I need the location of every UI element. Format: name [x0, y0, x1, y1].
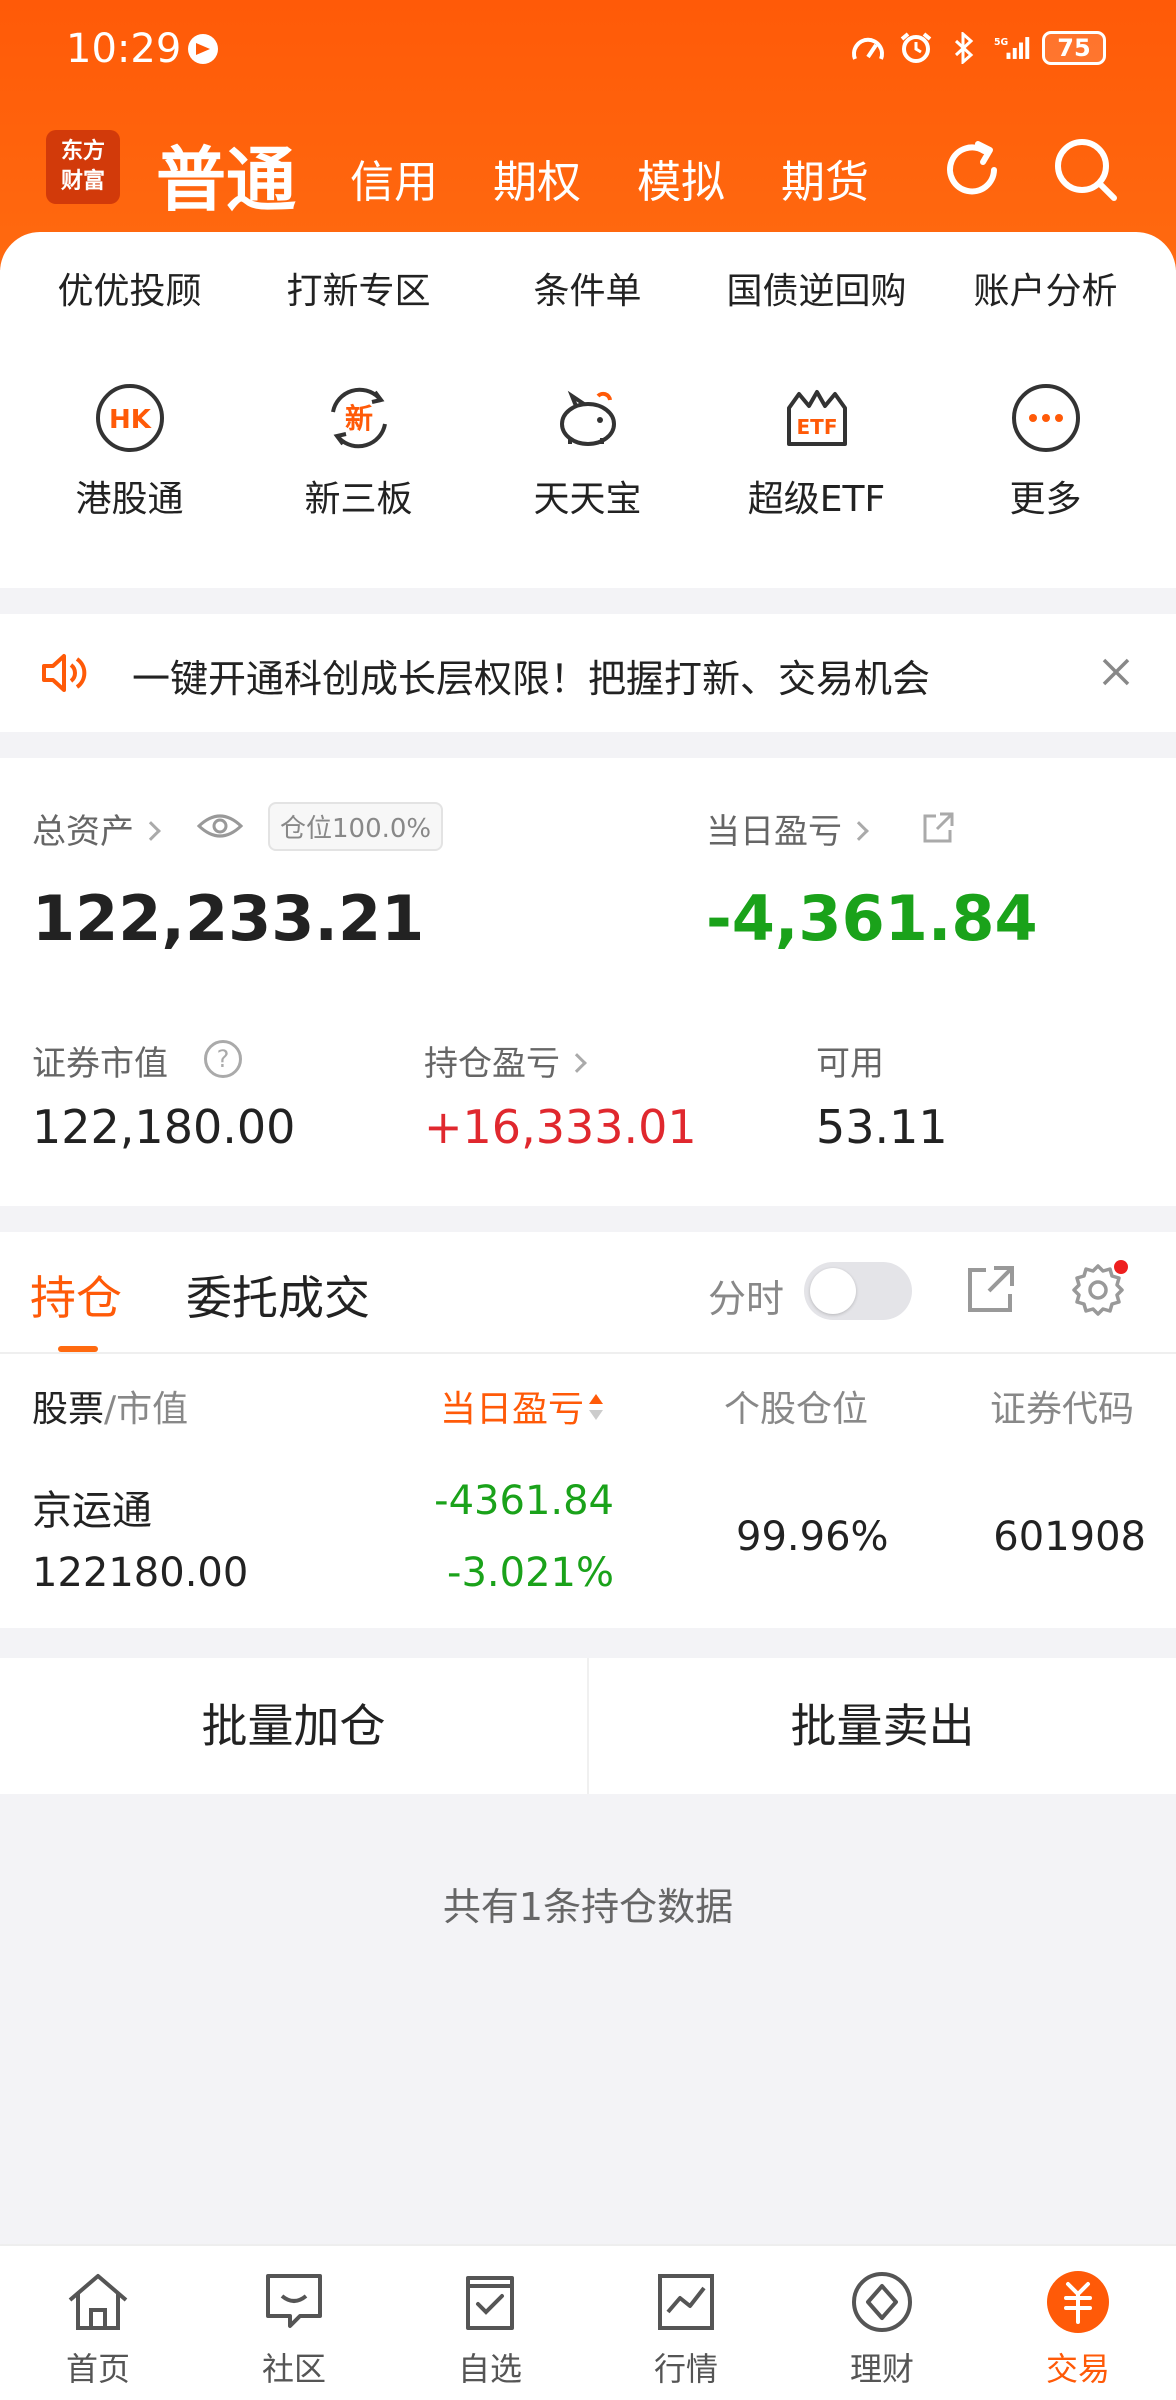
piggy-bank-icon	[552, 382, 624, 454]
timeshare-toggle[interactable]	[804, 1262, 912, 1320]
chevron-right-icon	[141, 820, 161, 841]
grid-item-more[interactable]: 更多	[931, 382, 1160, 522]
position-ratio-badge: 仓位100.0%	[268, 802, 444, 851]
stock-daily-pnl-pct: -3.021%	[447, 1550, 614, 1596]
home-icon	[64, 2268, 132, 2336]
tab-simulation[interactable]: 模拟	[637, 146, 725, 210]
external-link-icon[interactable]	[962, 1262, 1018, 1318]
eastmoney-logo: 东方 财富	[46, 130, 120, 204]
wealth-icon	[848, 2268, 916, 2336]
tab-futures[interactable]: 期货	[781, 146, 869, 210]
daily-pnl-value: -4,361.84	[706, 882, 1038, 955]
xin-icon: 新	[323, 382, 395, 454]
nav-watchlist[interactable]: 自选	[392, 2246, 588, 2400]
col-header-stock: 股票/市值	[32, 1389, 189, 1430]
svg-text:5G: 5G	[994, 37, 1008, 48]
svg-text:HK: HK	[109, 405, 152, 435]
signal-5g-icon: 5G	[994, 30, 1030, 66]
grid-item-condition-order[interactable]: 条件单	[473, 262, 702, 314]
holdings-count-note: 共有1条持仓数据	[442, 1885, 734, 1929]
stock-position: 99.96%	[736, 1514, 889, 1560]
asset-summary: 总资产 仓位100.0% 122,233.21 当日盈亏 -4,361.84 证…	[0, 758, 1176, 1206]
trade-icon	[1044, 2268, 1112, 2336]
divider	[0, 1352, 1176, 1354]
batch-actions: 批量加仓 批量卖出	[0, 1658, 1176, 1794]
search-icon[interactable]	[1050, 134, 1122, 206]
sort-icon	[588, 1390, 604, 1433]
market-value: 122,180.00	[32, 1100, 296, 1154]
close-icon[interactable]	[1098, 654, 1134, 690]
market-value-label: 证券市值	[32, 1044, 168, 1084]
grid-item-account-analysis[interactable]: 账户分析	[931, 262, 1160, 314]
chevron-right-icon	[849, 820, 869, 841]
status-time: 10:29	[66, 26, 182, 72]
bluetooth-icon	[946, 30, 982, 66]
tab-options[interactable]: 期权	[493, 146, 581, 210]
chat-icon	[260, 2268, 328, 2336]
total-assets-value: 122,233.21	[32, 882, 425, 955]
nav-community[interactable]: 社区	[196, 2246, 392, 2400]
promo-banner[interactable]: 一键开通科创成长层权限！把握打新、交易机会	[0, 614, 1176, 732]
bottom-nav: 首页 社区 自选 行情 理财 交易	[0, 2244, 1176, 2400]
stock-code: 601908	[993, 1514, 1146, 1560]
holdings-panel: 持仓 委托成交 分时 股票/市值 当日盈亏 个股仓位 证券代码 京运通 1221…	[0, 1232, 1176, 1628]
col-header-code: 证券代码	[990, 1389, 1135, 1430]
share-icon[interactable]	[920, 810, 956, 846]
battery-indicator: 75	[1042, 31, 1106, 65]
stock-name: 京运通	[32, 1488, 152, 1534]
grid-item-advisor[interactable]: 优优投顾	[15, 262, 244, 314]
nav-wealth[interactable]: 理财	[784, 2246, 980, 2400]
speaker-icon	[40, 651, 90, 695]
eye-icon[interactable]	[196, 810, 244, 842]
daily-pnl-label[interactable]: 当日盈亏	[706, 804, 869, 853]
stock-market-value: 122180.00	[32, 1550, 249, 1596]
watchlist-icon	[456, 2268, 524, 2336]
svg-text:ETF: ETF	[796, 415, 837, 439]
function-grid: 优优投顾 打新专区 条件单 国债逆回购 账户分析 HK 港股通 新 新三板 天天…	[0, 232, 1176, 588]
app-header: 10:29 5G 75 东方 财富 普通 信用 期权 模拟 期货	[0, 0, 1176, 270]
stock-daily-pnl: -4361.84	[434, 1478, 614, 1524]
svg-text:新: 新	[344, 402, 372, 435]
more-icon	[1010, 382, 1082, 454]
chevron-right-icon	[567, 1052, 587, 1073]
grid-item-tiantianbao[interactable]: 天天宝	[473, 382, 702, 522]
holding-pnl-label[interactable]: 持仓盈亏	[424, 1036, 587, 1085]
available-value: 53.11	[816, 1100, 948, 1154]
holding-pnl-value: +16,333.01	[424, 1100, 697, 1154]
help-icon[interactable]: ?	[204, 1040, 242, 1078]
nav-market[interactable]: 行情	[588, 2246, 784, 2400]
batch-sell-button[interactable]: 批量卖出	[589, 1658, 1176, 1794]
account-type-tabs: 东方 财富 普通 信用 期权 模拟 期货	[0, 120, 1176, 230]
tab-orders[interactable]: 委托成交	[186, 1262, 370, 1328]
hk-icon: HK	[94, 382, 166, 454]
grid-item-super-etf[interactable]: ETF 超级ETF	[702, 382, 931, 522]
timeshare-label: 分时	[708, 1277, 785, 1321]
batch-buy-button[interactable]: 批量加仓	[0, 1658, 587, 1794]
total-assets-label[interactable]: 总资产	[32, 804, 161, 853]
grid-item-reverse-repo[interactable]: 国债逆回购	[702, 262, 931, 314]
refresh-icon[interactable]	[936, 134, 1008, 206]
etf-icon: ETF	[781, 382, 853, 454]
notification-app-icon	[188, 34, 218, 64]
grid-item-ipo[interactable]: 打新专区	[244, 262, 473, 314]
banner-text: 一键开通科创成长层权限！把握打新、交易机会	[132, 657, 931, 701]
tab-holdings[interactable]: 持仓	[30, 1262, 122, 1328]
speedometer-icon	[850, 30, 886, 66]
available-label: 可用	[816, 1044, 884, 1084]
nav-trade[interactable]: 交易	[980, 2246, 1176, 2400]
nav-home[interactable]: 首页	[0, 2246, 196, 2400]
grid-item-neeq[interactable]: 新 新三板	[244, 382, 473, 522]
col-header-daily-pnl[interactable]: 当日盈亏	[440, 1380, 604, 1433]
col-header-position: 个股仓位	[724, 1389, 869, 1430]
alarm-icon	[898, 30, 934, 66]
tab-credit[interactable]: 信用	[350, 146, 438, 210]
status-bar: 10:29 5G 75	[0, 0, 1176, 100]
notification-dot	[1114, 1260, 1128, 1274]
tab-normal[interactable]: 普通	[156, 124, 296, 225]
grid-item-hk-connect[interactable]: HK 港股通	[15, 382, 244, 522]
market-chart-icon	[652, 2268, 720, 2336]
